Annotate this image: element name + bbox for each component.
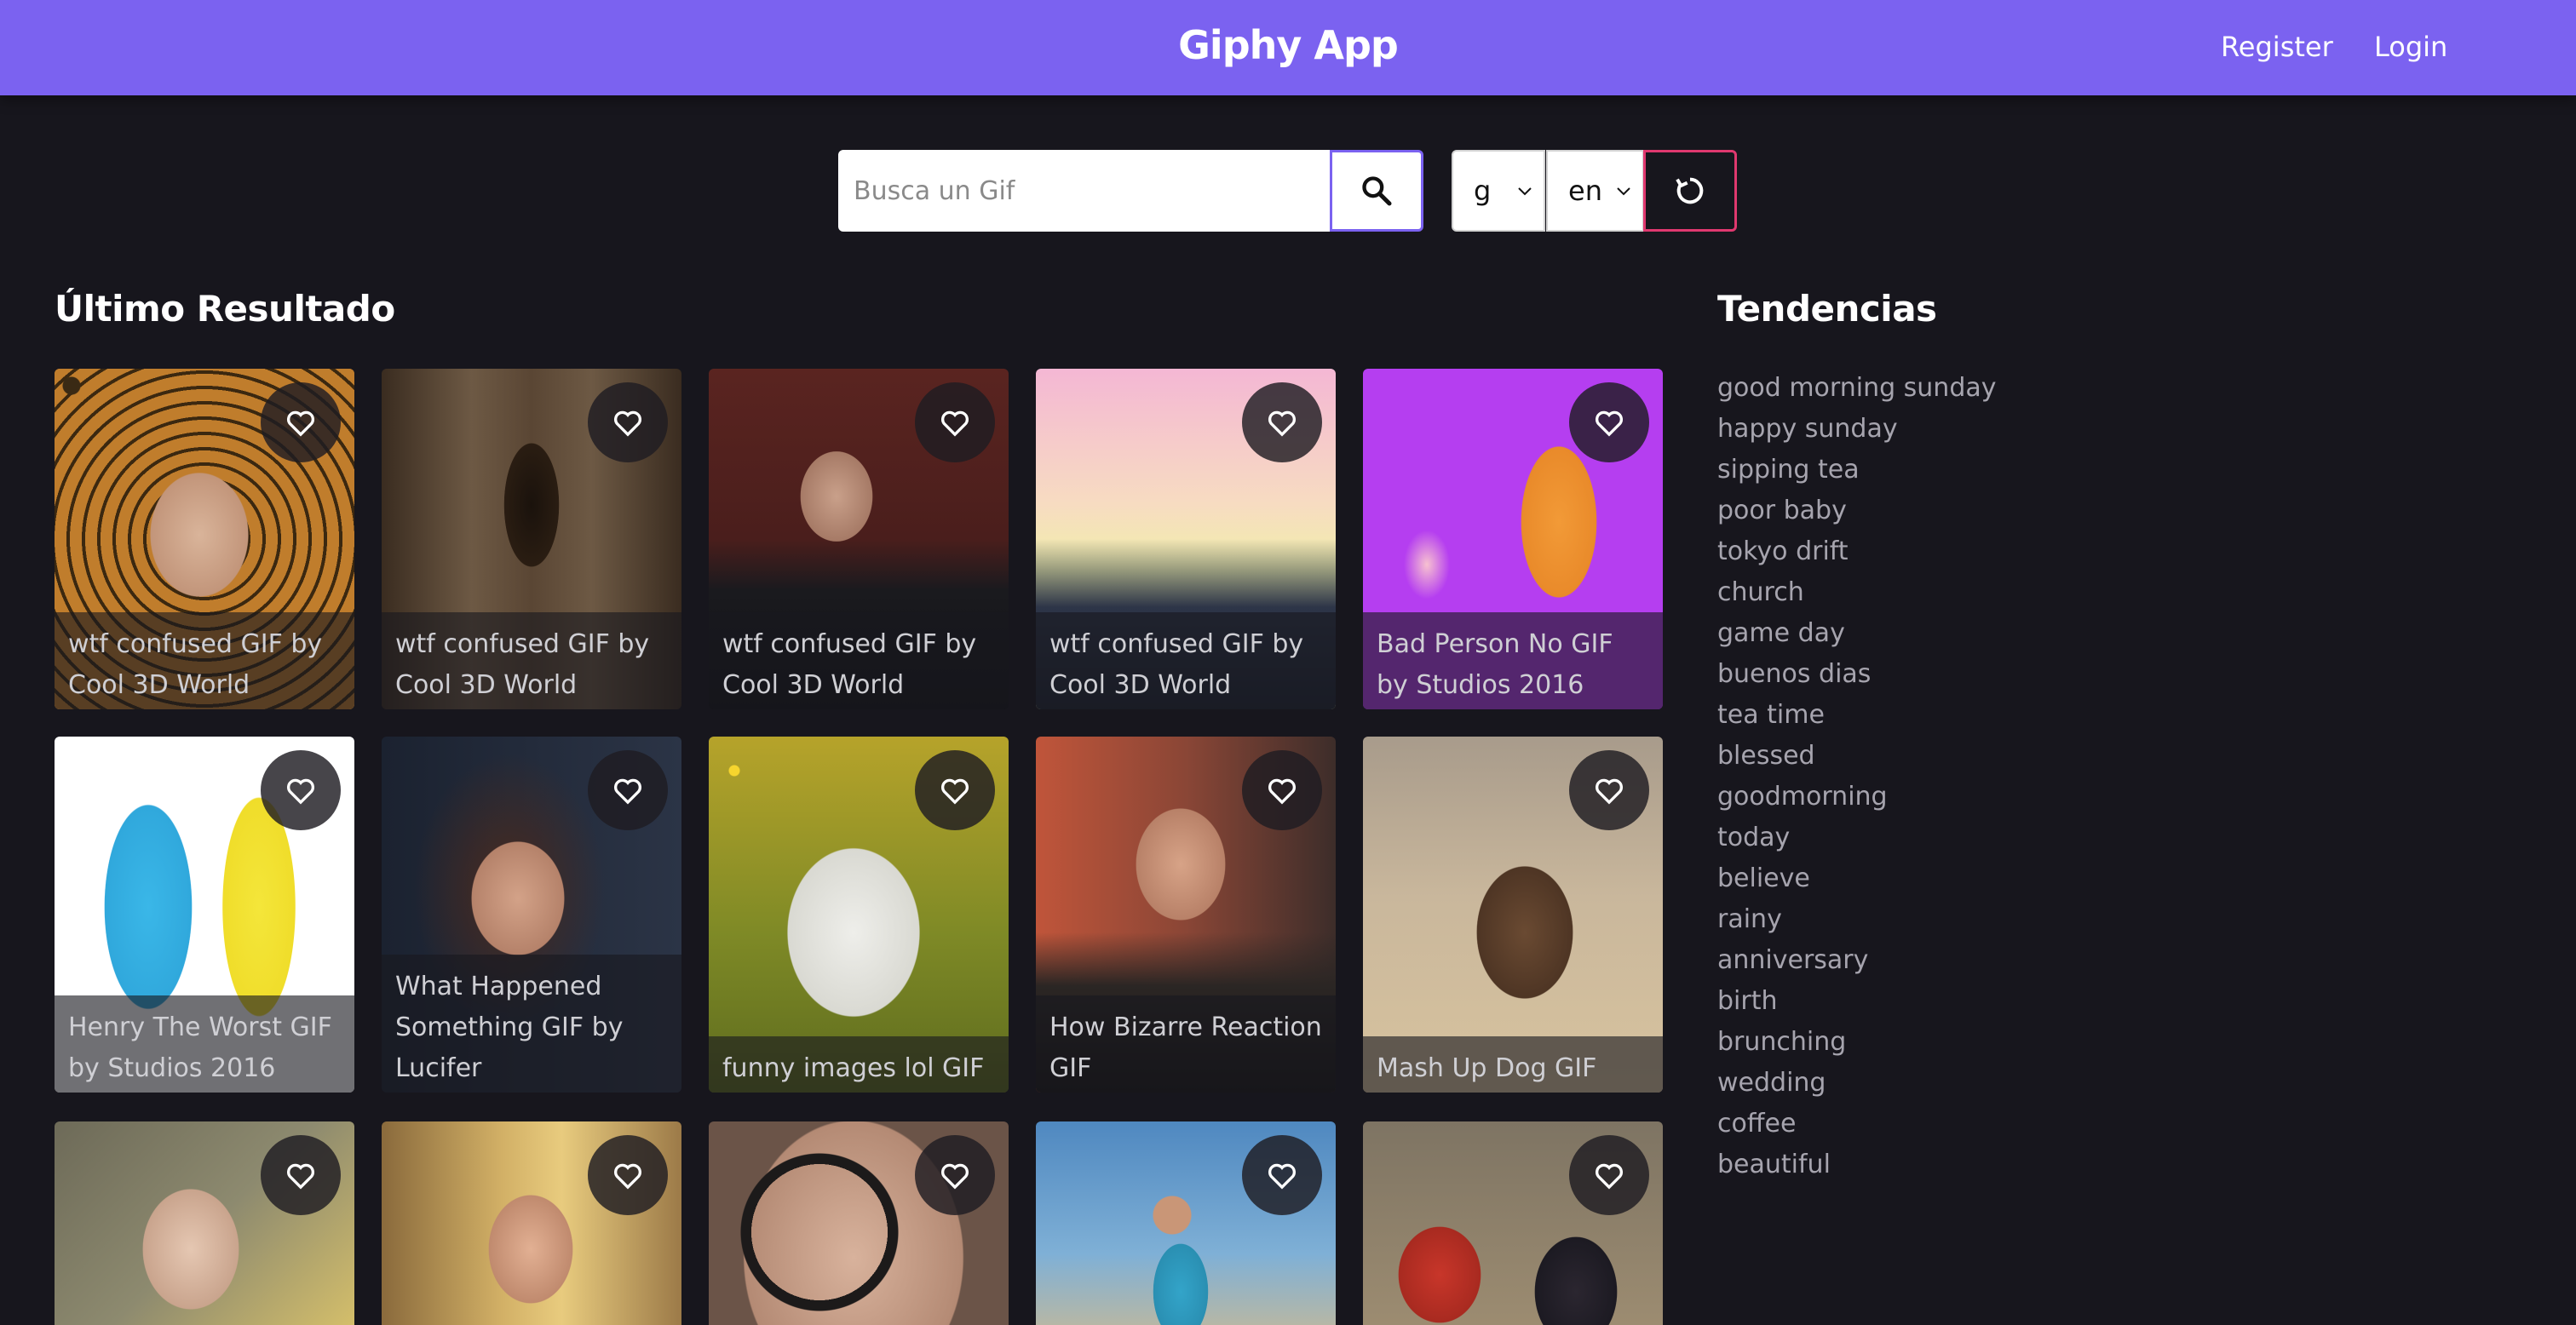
favorite-button[interactable] [915, 1135, 995, 1215]
gif-card[interactable] [382, 1121, 681, 1325]
favorite-button[interactable] [588, 382, 668, 462]
favorite-button[interactable] [1569, 750, 1649, 830]
search-button[interactable] [1330, 150, 1423, 232]
gif-card[interactable]: wtf confused GIF by Cool 3D World [55, 369, 354, 709]
heart-icon [614, 410, 641, 437]
heart-icon [614, 778, 641, 805]
favorite-button[interactable] [1242, 750, 1322, 830]
search-input[interactable] [838, 150, 1331, 232]
rating-select-value: g [1474, 175, 1492, 207]
heart-icon [1268, 1163, 1296, 1190]
gif-caption: wtf confused GIF by Cool 3D World [1036, 612, 1336, 709]
trend-item[interactable]: happy sunday [1717, 409, 2228, 450]
trend-item[interactable]: tea time [1717, 695, 2228, 736]
latest-results-title: Último Resultado [55, 288, 395, 330]
gif-card[interactable]: Bad Person No GIF by Studios 2016 [1363, 369, 1663, 709]
chevron-down-icon [1518, 187, 1532, 196]
trend-item[interactable]: blessed [1717, 736, 2228, 777]
language-select-value: en [1568, 175, 1602, 207]
gif-caption: Mash Up Dog GIF [1363, 1036, 1663, 1093]
gif-card[interactable]: wtf confused GIF by Cool 3D World [382, 369, 681, 709]
gif-card[interactable] [709, 1121, 1009, 1325]
trend-item[interactable]: wedding [1717, 1063, 2228, 1104]
trend-item[interactable]: rainy [1717, 899, 2228, 940]
favorite-button[interactable] [1242, 382, 1322, 462]
heart-icon [941, 778, 969, 805]
chevron-down-icon [1617, 187, 1630, 196]
gif-caption: wtf confused GIF by Cool 3D World [55, 612, 354, 709]
favorite-button[interactable] [915, 750, 995, 830]
heart-icon [1596, 1163, 1623, 1190]
favorite-button[interactable] [1242, 1135, 1322, 1215]
trend-item[interactable]: tokyo drift [1717, 531, 2228, 572]
trend-item[interactable]: beautiful [1717, 1144, 2228, 1185]
favorite-button[interactable] [588, 750, 668, 830]
trend-item[interactable]: anniversary [1717, 940, 2228, 981]
trend-item[interactable]: believe [1717, 858, 2228, 899]
trends-list: good morning sunday happy sunday sipping… [1717, 368, 2228, 1185]
trend-item[interactable]: sipping tea [1717, 450, 2228, 490]
rating-select[interactable]: g [1452, 150, 1545, 232]
trend-item[interactable]: brunching [1717, 1022, 2228, 1063]
heart-icon [1268, 778, 1296, 805]
trend-item[interactable]: buenos dias [1717, 654, 2228, 695]
gif-caption: Henry The Worst GIF by Studios 2016 [55, 995, 354, 1093]
trend-item[interactable]: birth [1717, 981, 2228, 1022]
search-icon [1362, 176, 1392, 206]
favorite-button[interactable] [261, 1135, 341, 1215]
heart-icon [287, 410, 314, 437]
favorite-button[interactable] [915, 382, 995, 462]
trend-item[interactable]: coffee [1717, 1104, 2228, 1144]
gif-card[interactable]: Mash Up Dog GIF [1363, 737, 1663, 1093]
heart-icon [1268, 410, 1296, 437]
top-navbar: Giphy App Register Login [0, 0, 2576, 95]
heart-icon [941, 410, 969, 437]
trend-item[interactable]: poor baby [1717, 490, 2228, 531]
favorite-button[interactable] [1569, 382, 1649, 462]
trend-item[interactable]: game day [1717, 613, 2228, 654]
favorite-button[interactable] [1569, 1135, 1649, 1215]
heart-icon [287, 778, 314, 805]
gif-card[interactable]: What Happened Something GIF by Lucifer [382, 737, 681, 1093]
heart-icon [941, 1163, 969, 1190]
gif-card[interactable]: funny images lol GIF [709, 737, 1009, 1093]
language-select[interactable]: en [1546, 150, 1644, 232]
app-title[interactable]: Giphy App [0, 22, 2576, 68]
gif-card[interactable]: Henry The Worst GIF by Studios 2016 [55, 737, 354, 1093]
gif-card[interactable] [1363, 1121, 1663, 1325]
trend-item[interactable]: church [1717, 572, 2228, 613]
reset-button[interactable] [1643, 150, 1737, 232]
gif-card[interactable] [55, 1121, 354, 1325]
gif-caption: Bad Person No GIF by Studios 2016 [1363, 612, 1663, 709]
favorite-button[interactable] [261, 750, 341, 830]
trend-item[interactable]: good morning sunday [1717, 368, 2228, 409]
trend-item[interactable]: goodmorning [1717, 777, 2228, 817]
gif-caption: funny images lol GIF [709, 1036, 1009, 1093]
heart-icon [1596, 410, 1623, 437]
login-link[interactable]: Login [2374, 31, 2447, 63]
favorite-button[interactable] [261, 382, 341, 462]
register-link[interactable]: Register [2221, 31, 2333, 63]
gif-card[interactable]: wtf confused GIF by Cool 3D World [1036, 369, 1336, 709]
gif-caption: wtf confused GIF by Cool 3D World [709, 612, 1009, 709]
gif-caption: wtf confused GIF by Cool 3D World [382, 612, 681, 709]
trend-item[interactable]: today [1717, 817, 2228, 858]
heart-icon [1596, 778, 1623, 805]
gif-caption: What Happened Something GIF by Lucifer [382, 955, 681, 1093]
heart-icon [287, 1163, 314, 1190]
favorite-button[interactable] [588, 1135, 668, 1215]
gif-card[interactable]: wtf confused GIF by Cool 3D World [709, 369, 1009, 709]
gif-caption: How Bizarre Reaction GIF [1036, 995, 1336, 1093]
gif-card[interactable]: How Bizarre Reaction GIF [1036, 737, 1336, 1093]
heart-icon [614, 1163, 641, 1190]
refresh-icon [1676, 177, 1704, 204]
gif-card[interactable] [1036, 1121, 1336, 1325]
trends-title: Tendencias [1717, 288, 1937, 330]
